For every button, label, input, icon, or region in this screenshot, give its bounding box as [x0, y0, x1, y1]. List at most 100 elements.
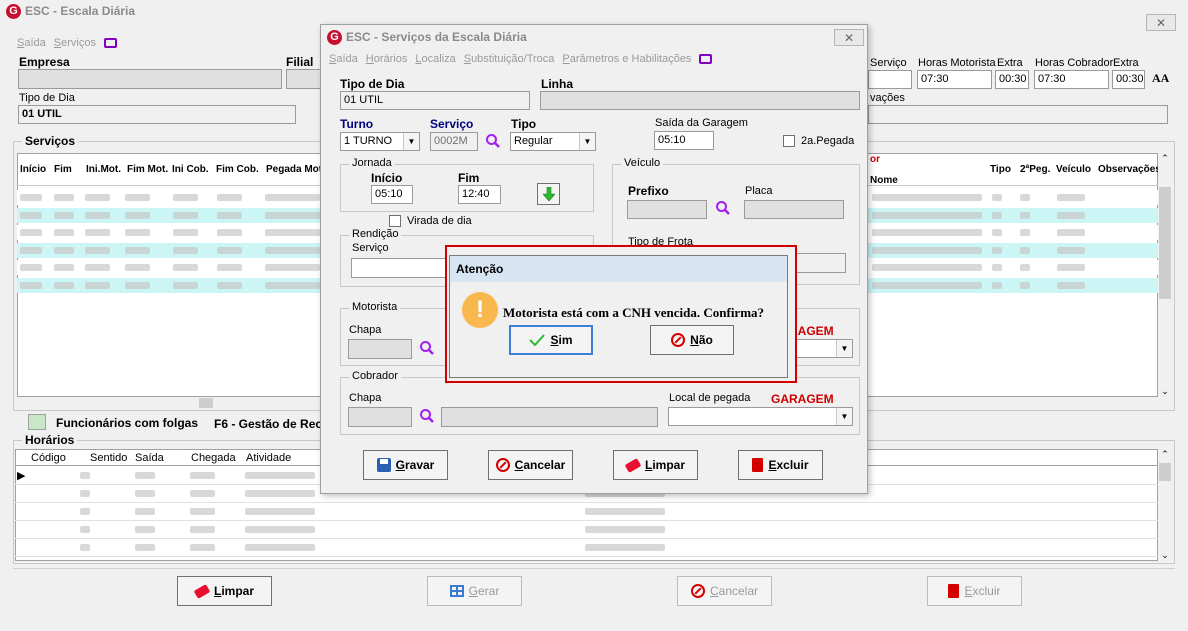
dlg-tipo-combo[interactable]: Regular ▼: [510, 132, 596, 151]
servicos-col-header[interactable]: Início: [20, 164, 46, 175]
hscroll-thumb[interactable]: [199, 398, 213, 408]
empresa-combo[interactable]: [18, 69, 282, 89]
horarios-col-header[interactable]: Saída: [135, 452, 164, 464]
servicos-col-header[interactable]: Pegada Moto: [266, 164, 328, 175]
redacted-cell: [135, 490, 155, 497]
menu-saida[interactable]: Saída: [17, 37, 46, 49]
horarios-vscroll[interactable]: ⌃ ⌄: [1158, 449, 1172, 561]
cancel-icon: [690, 584, 705, 598]
warning-icon: !: [462, 292, 498, 328]
redacted-cell: [872, 194, 982, 201]
scroll-thumb[interactable]: [1159, 187, 1171, 299]
servicos-col-header[interactable]: Fim: [54, 164, 72, 175]
scroll-up-icon[interactable]: ⌃: [1158, 153, 1172, 167]
dialog-logo-icon: G: [327, 29, 342, 45]
alert-message: Motorista está com a CNH vencida. Confir…: [503, 305, 765, 320]
servicos-col-header[interactable]: Fim Mot.: [127, 164, 168, 175]
turno-dropdown-icon[interactable]: ▼: [403, 133, 419, 150]
table-row[interactable]: [15, 521, 1158, 539]
main-gerar-button[interactable]: Gerar: [427, 576, 522, 606]
alert-sim-button[interactable]: Sim: [509, 325, 593, 355]
alert-nao-button[interactable]: Não: [650, 325, 734, 355]
servicos-col-header[interactable]: Tipo: [990, 164, 1011, 175]
monitor-icon[interactable]: [103, 38, 117, 48]
horarios-col-header[interactable]: Sentido: [90, 452, 127, 464]
redacted-cell: [872, 281, 982, 289]
dlg-gravar-button[interactable]: Gravar: [363, 450, 448, 480]
dlg-cobrador-search-icon[interactable]: [419, 408, 435, 424]
dlg-limpar-button[interactable]: Limpar: [613, 450, 698, 480]
dlg-segunda-pegada-checkbox[interactable]: [783, 135, 795, 147]
dlg-chapa-field[interactable]: [348, 339, 412, 359]
horas-cobrador-field[interactable]: 07:30: [1034, 70, 1109, 89]
dlg-chapa-search-icon[interactable]: [419, 340, 435, 356]
dlg-fim-field[interactable]: 12:40: [458, 185, 501, 204]
horarios-col-header[interactable]: Atividade: [246, 452, 291, 464]
dlg-local-pegada-combo[interactable]: ▼: [668, 407, 853, 426]
redacted-cell: [54, 211, 74, 219]
servicos-vscroll[interactable]: ⌃ ⌄: [1158, 153, 1172, 397]
observacoes-field[interactable]: [868, 105, 1168, 124]
servicos-col-header: or: [870, 154, 880, 165]
servicos-col-header[interactable]: Ini.Mot.: [86, 164, 121, 175]
servicos-col-header[interactable]: 2ªPeg.: [1020, 164, 1050, 175]
dlg-servico-search-icon[interactable]: [485, 133, 501, 149]
dialog-title: ESC - Serviços da Escala Diária: [346, 30, 527, 44]
dlg-servico-field: 0002M: [430, 132, 478, 151]
dlg-cobrador-chapa-field[interactable]: [348, 407, 412, 427]
redacted-cell: [85, 194, 110, 201]
horas-motorista-field[interactable]: 07:30: [917, 70, 992, 89]
menu-servicos[interactable]: Serviços: [54, 37, 96, 49]
tipo-dropdown-icon[interactable]: ▼: [579, 133, 595, 150]
dlg-rendicao-servico-field[interactable]: [351, 258, 447, 278]
dlg-menu-localiza[interactable]: Localiza: [415, 53, 455, 65]
main-close-button[interactable]: ✕: [1146, 14, 1176, 31]
servicos-col-header[interactable]: Observações: [1098, 164, 1161, 175]
main-servico-field[interactable]: [868, 70, 912, 89]
dlg-menu-parametros[interactable]: Parâmetros e Habilitações: [562, 53, 691, 65]
dlg-saida-garagem-field[interactable]: 05:10: [654, 131, 714, 150]
redacted-cell: [135, 472, 155, 479]
dlg-inicio-field[interactable]: 05:10: [371, 185, 413, 204]
dlg-menu-substituicao[interactable]: Substituição/Troca: [464, 53, 555, 65]
dlg-prefixo-search-icon[interactable]: [715, 200, 731, 216]
local-pegada-dropdown-icon[interactable]: ▼: [836, 408, 852, 425]
horarios-scroll-thumb[interactable]: [1159, 463, 1171, 481]
servicos-col-header[interactable]: Fim Cob.: [216, 164, 259, 175]
filial-combo[interactable]: [286, 69, 321, 89]
main-limpar-button[interactable]: Limpar: [177, 576, 272, 606]
horarios-scroll-up-icon[interactable]: ⌃: [1158, 449, 1172, 463]
dlg-eraser-icon: [624, 457, 642, 473]
dlg-menu-horarios[interactable]: Horários: [366, 53, 408, 65]
dialog-close-button[interactable]: ✕: [834, 29, 864, 46]
dlg-placa-label: Placa: [745, 185, 773, 197]
scroll-down-icon[interactable]: ⌄: [1158, 386, 1172, 397]
dlg-monitor-icon[interactable]: [699, 54, 713, 64]
redacted-cell: [992, 281, 1002, 289]
dlg-cancel-icon: [495, 458, 510, 472]
servicos-col-header[interactable]: Ini Cob.: [172, 164, 209, 175]
table-row[interactable]: [15, 539, 1158, 557]
dlg-turno-combo[interactable]: 1 TURNO ▼: [340, 132, 420, 151]
dlg-rendicao-servico-label: Serviço: [352, 242, 389, 254]
extra-motorista-field[interactable]: 00:30: [995, 70, 1029, 89]
dlg-prefixo-field[interactable]: [627, 200, 707, 219]
motorista-local-dropdown-icon[interactable]: ▼: [836, 340, 852, 357]
font-size-icon[interactable]: AA: [1152, 71, 1169, 86]
horarios-col-header[interactable]: Código: [31, 452, 66, 464]
dlg-menu-saida[interactable]: Saída: [329, 53, 358, 65]
main-excluir-button[interactable]: Excluir: [927, 576, 1022, 606]
dlg-inicio-label: Início: [371, 171, 403, 185]
dlg-jornada-apply-button[interactable]: [537, 183, 560, 205]
main-cancelar-button[interactable]: Cancelar: [677, 576, 772, 606]
dlg-excluir-button[interactable]: Excluir: [738, 450, 823, 480]
dlg-virada-checkbox[interactable]: [389, 215, 401, 227]
horarios-col-header[interactable]: Chegada: [191, 452, 236, 464]
table-row[interactable]: [15, 503, 1158, 521]
dlg-cancelar-button[interactable]: Cancelar: [488, 450, 573, 480]
dlg-linha-label: Linha: [541, 77, 573, 91]
redacted-cell: [20, 211, 42, 219]
servicos-col-header[interactable]: Veículo: [1056, 164, 1091, 175]
horarios-scroll-down-icon[interactable]: ⌄: [1158, 550, 1172, 561]
extra-cobrador-field[interactable]: 00:30: [1112, 70, 1145, 89]
